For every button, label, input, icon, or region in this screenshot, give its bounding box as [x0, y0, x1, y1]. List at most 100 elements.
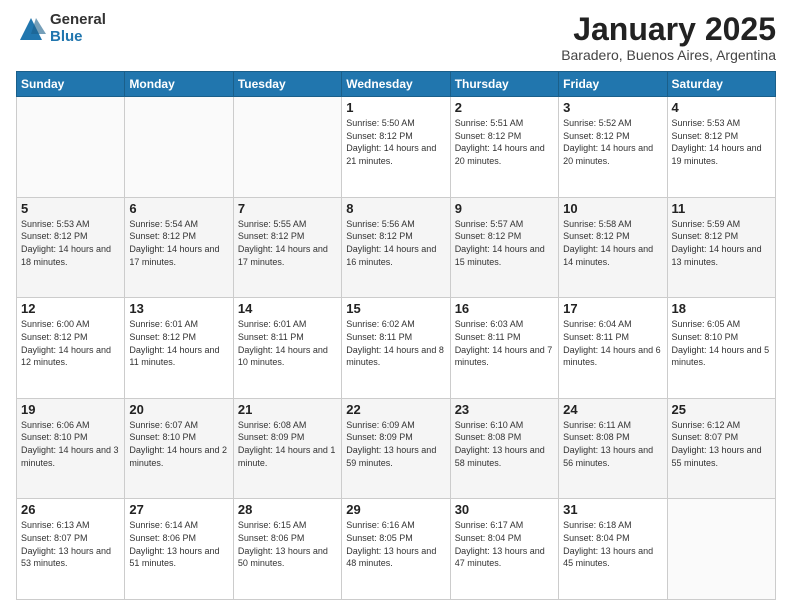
table-row: [233, 97, 341, 198]
day-info: Sunrise: 5:52 AM Sunset: 8:12 PM Dayligh…: [563, 117, 662, 167]
day-number: 13: [129, 301, 228, 316]
day-number: 7: [238, 201, 337, 216]
table-row: 25Sunrise: 6:12 AM Sunset: 8:07 PM Dayli…: [667, 398, 775, 499]
table-row: 10 Sunrise: 5:58 AM Sunset: 8:12 PM Dayli…: [559, 197, 667, 298]
calendar-week-row: 26 Sunrise: 6:13 AM Sunset: 8:07 PM Dayli…: [17, 499, 776, 600]
day-info: Sunrise: 5:56 AM Sunset: 8:12 PM Dayligh…: [346, 218, 445, 268]
day-info: Sunrise: 5:51 AM Sunset: 8:12 PM Dayligh…: [455, 117, 554, 167]
day-number: 23: [455, 402, 554, 417]
table-row: 5 Sunrise: 5:53 AM Sunset: 8:12 PM Daylig…: [17, 197, 125, 298]
day-number: 14: [238, 301, 337, 316]
day-info: Sunrise: 6:05 AM Sunset: 8:10 PM Dayligh…: [672, 318, 771, 368]
table-row: 9 Sunrise: 5:57 AM Sunset: 8:12 PM Daylig…: [450, 197, 558, 298]
logo-general-text: General: [50, 12, 106, 29]
day-number: 4: [672, 100, 771, 115]
table-row: 17 Sunrise: 6:04 AM Sunset: 8:11 PM Dayli…: [559, 298, 667, 399]
header-tuesday: Tuesday: [233, 72, 341, 97]
calendar-week-row: 19 Sunrise: 6:06 AM Sunset: 8:10 PM Dayli…: [17, 398, 776, 499]
table-row: 19 Sunrise: 6:06 AM Sunset: 8:10 PM Dayli…: [17, 398, 125, 499]
logo-text: General Blue: [50, 12, 106, 45]
day-info: Sunrise: 5:50 AM Sunset: 8:12 PM Dayligh…: [346, 117, 445, 167]
day-number: 15: [346, 301, 445, 316]
day-number: 9: [455, 201, 554, 216]
logo-blue-text: Blue: [50, 29, 106, 46]
day-info: Sunrise: 6:00 AM Sunset: 8:12 PM Dayligh…: [21, 318, 120, 368]
table-row: 24 Sunrise: 6:11 AM Sunset: 8:08 PM Dayli…: [559, 398, 667, 499]
day-info: Sunrise: 5:55 AM Sunset: 8:12 PM Dayligh…: [238, 218, 337, 268]
table-row: 23 Sunrise: 6:10 AM Sunset: 8:08 PM Dayli…: [450, 398, 558, 499]
calendar-week-row: 5 Sunrise: 5:53 AM Sunset: 8:12 PM Daylig…: [17, 197, 776, 298]
table-row: 29 Sunrise: 6:16 AM Sunset: 8:05 PM Dayli…: [342, 499, 450, 600]
day-info: Sunrise: 6:07 AM Sunset: 8:10 PM Dayligh…: [129, 419, 228, 469]
day-info: Sunrise: 5:59 AM Sunset: 8:12 PM Dayligh…: [672, 218, 771, 268]
table-row: 15 Sunrise: 6:02 AM Sunset: 8:11 PM Dayli…: [342, 298, 450, 399]
day-info: Sunrise: 5:53 AM Sunset: 8:12 PM Dayligh…: [21, 218, 120, 268]
day-info: Sunrise: 6:02 AM Sunset: 8:11 PM Dayligh…: [346, 318, 445, 368]
table-row: 1Sunrise: 5:50 AM Sunset: 8:12 PM Daylig…: [342, 97, 450, 198]
header-saturday: Saturday: [667, 72, 775, 97]
day-info: Sunrise: 6:17 AM Sunset: 8:04 PM Dayligh…: [455, 519, 554, 569]
day-info: Sunrise: 6:18 AM Sunset: 8:04 PM Dayligh…: [563, 519, 662, 569]
day-info: Sunrise: 6:10 AM Sunset: 8:08 PM Dayligh…: [455, 419, 554, 469]
day-number: 6: [129, 201, 228, 216]
day-info: Sunrise: 6:11 AM Sunset: 8:08 PM Dayligh…: [563, 419, 662, 469]
header-sunday: Sunday: [17, 72, 125, 97]
day-number: 3: [563, 100, 662, 115]
day-number: 30: [455, 502, 554, 517]
table-row: 2 Sunrise: 5:51 AM Sunset: 8:12 PM Daylig…: [450, 97, 558, 198]
day-info: Sunrise: 6:01 AM Sunset: 8:11 PM Dayligh…: [238, 318, 337, 368]
day-number: 25: [672, 402, 771, 417]
calendar-week-row: 12Sunrise: 6:00 AM Sunset: 8:12 PM Dayli…: [17, 298, 776, 399]
day-number: 29: [346, 502, 445, 517]
table-row: 3 Sunrise: 5:52 AM Sunset: 8:12 PM Daylig…: [559, 97, 667, 198]
day-info: Sunrise: 5:57 AM Sunset: 8:12 PM Dayligh…: [455, 218, 554, 268]
day-info: Sunrise: 5:53 AM Sunset: 8:12 PM Dayligh…: [672, 117, 771, 167]
table-row: 28Sunrise: 6:15 AM Sunset: 8:06 PM Dayli…: [233, 499, 341, 600]
day-number: 10: [563, 201, 662, 216]
day-info: Sunrise: 6:03 AM Sunset: 8:11 PM Dayligh…: [455, 318, 554, 368]
calendar-week-row: 1Sunrise: 5:50 AM Sunset: 8:12 PM Daylig…: [17, 97, 776, 198]
day-number: 20: [129, 402, 228, 417]
day-info: Sunrise: 5:54 AM Sunset: 8:12 PM Dayligh…: [129, 218, 228, 268]
day-number: 18: [672, 301, 771, 316]
calendar-table: Sunday Monday Tuesday Wednesday Thursday…: [16, 71, 776, 600]
day-info: Sunrise: 6:06 AM Sunset: 8:10 PM Dayligh…: [21, 419, 120, 469]
day-info: Sunrise: 6:16 AM Sunset: 8:05 PM Dayligh…: [346, 519, 445, 569]
table-row: 7 Sunrise: 5:55 AM Sunset: 8:12 PM Daylig…: [233, 197, 341, 298]
day-info: Sunrise: 5:58 AM Sunset: 8:12 PM Dayligh…: [563, 218, 662, 268]
day-number: 24: [563, 402, 662, 417]
day-number: 26: [21, 502, 120, 517]
table-row: 20 Sunrise: 6:07 AM Sunset: 8:10 PM Dayli…: [125, 398, 233, 499]
table-row: 13Sunrise: 6:01 AM Sunset: 8:12 PM Dayli…: [125, 298, 233, 399]
table-row: 21Sunrise: 6:08 AM Sunset: 8:09 PM Dayli…: [233, 398, 341, 499]
header-wednesday: Wednesday: [342, 72, 450, 97]
day-number: 8: [346, 201, 445, 216]
day-number: 16: [455, 301, 554, 316]
day-number: 11: [672, 201, 771, 216]
logo-icon: [16, 14, 46, 44]
day-number: 5: [21, 201, 120, 216]
day-info: Sunrise: 6:04 AM Sunset: 8:11 PM Dayligh…: [563, 318, 662, 368]
header-monday: Monday: [125, 72, 233, 97]
table-row: [667, 499, 775, 600]
table-row: 14 Sunrise: 6:01 AM Sunset: 8:11 PM Dayli…: [233, 298, 341, 399]
weekday-header-row: Sunday Monday Tuesday Wednesday Thursday…: [17, 72, 776, 97]
day-number: 2: [455, 100, 554, 115]
logo: General Blue: [16, 12, 106, 45]
table-row: 8 Sunrise: 5:56 AM Sunset: 8:12 PM Daylig…: [342, 197, 450, 298]
day-info: Sunrise: 6:13 AM Sunset: 8:07 PM Dayligh…: [21, 519, 120, 569]
table-row: 11 Sunrise: 5:59 AM Sunset: 8:12 PM Dayli…: [667, 197, 775, 298]
calendar-location: Baradero, Buenos Aires, Argentina: [561, 47, 776, 63]
table-row: [125, 97, 233, 198]
day-info: Sunrise: 6:14 AM Sunset: 8:06 PM Dayligh…: [129, 519, 228, 569]
calendar-title: January 2025: [561, 12, 776, 47]
table-row: 30 Sunrise: 6:17 AM Sunset: 8:04 PM Dayli…: [450, 499, 558, 600]
day-number: 19: [21, 402, 120, 417]
page: General Blue January 2025 Baradero, Buen…: [0, 0, 792, 612]
day-number: 22: [346, 402, 445, 417]
table-row: 4 Sunrise: 5:53 AM Sunset: 8:12 PM Daylig…: [667, 97, 775, 198]
day-number: 17: [563, 301, 662, 316]
header-friday: Friday: [559, 72, 667, 97]
table-row: 18 Sunrise: 6:05 AM Sunset: 8:10 PM Dayli…: [667, 298, 775, 399]
title-block: January 2025 Baradero, Buenos Aires, Arg…: [561, 12, 776, 63]
